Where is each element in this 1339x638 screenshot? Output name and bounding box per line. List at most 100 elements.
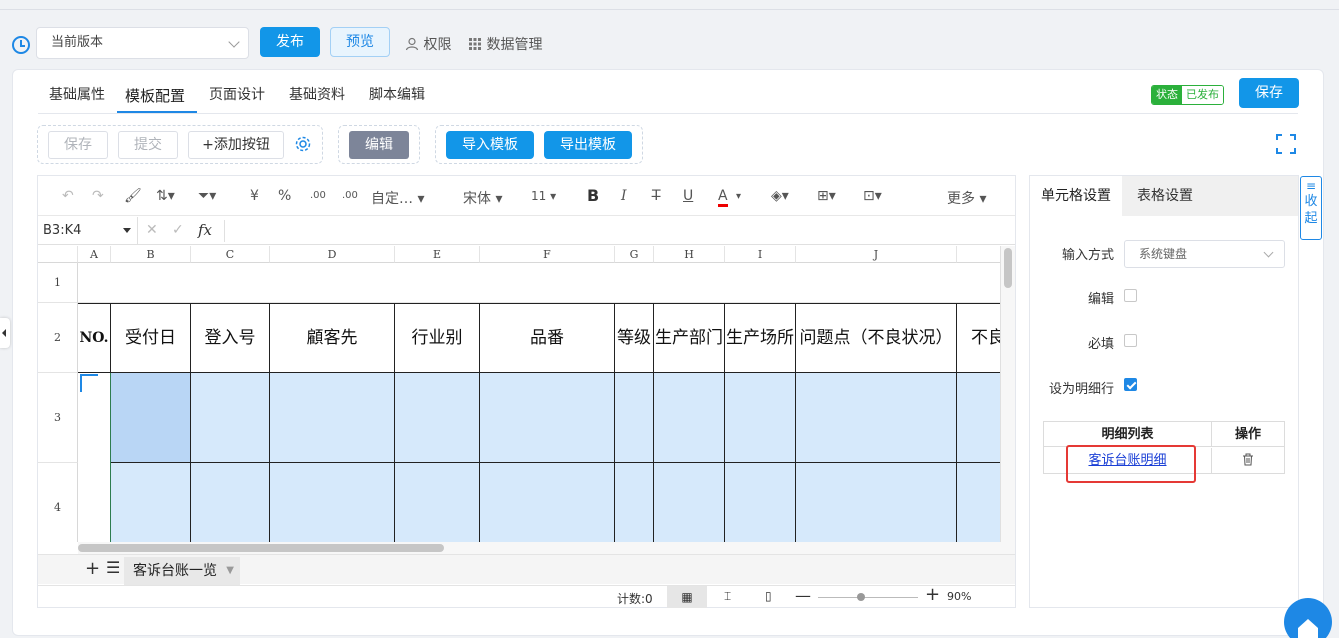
filter-icon[interactable]: ⏷▾ bbox=[198, 188, 216, 204]
horizontal-scrollbar[interactable] bbox=[78, 542, 1015, 554]
header-cell[interactable]: 问题点（不良状况） bbox=[796, 303, 957, 373]
selected-cell[interactable] bbox=[615, 373, 654, 463]
header-cell[interactable]: 顧客先 bbox=[270, 303, 395, 373]
row-header[interactable]: 1 bbox=[38, 263, 78, 303]
import-template-button[interactable]: 导入模板 bbox=[446, 131, 534, 159]
header-cell[interactable]: 不良 bbox=[957, 303, 1000, 373]
page-layout-view-icon[interactable]: ▯ bbox=[765, 589, 772, 603]
add-sheet-icon[interactable]: + bbox=[85, 558, 100, 579]
selected-cell[interactable] bbox=[957, 463, 1000, 542]
col-header[interactable]: J bbox=[796, 246, 957, 263]
home-button[interactable] bbox=[1284, 598, 1332, 638]
selected-cell[interactable] bbox=[615, 463, 654, 542]
header-cell[interactable]: 受付日 bbox=[111, 303, 191, 373]
input-method-select[interactable]: 系统键盘 bbox=[1124, 240, 1285, 268]
font-color-button[interactable]: A bbox=[718, 188, 728, 207]
header-cell[interactable]: 生产场所 bbox=[725, 303, 796, 373]
selected-cell[interactable] bbox=[957, 373, 1000, 463]
header-cell[interactable]: 登入号 bbox=[191, 303, 270, 373]
row-header[interactable]: 3 bbox=[38, 373, 78, 463]
selected-cell[interactable] bbox=[796, 463, 957, 542]
tab-table-settings[interactable]: 表格设置 bbox=[1122, 176, 1208, 216]
edit-checkbox[interactable] bbox=[1124, 289, 1137, 302]
vertical-scroll-thumb[interactable] bbox=[1004, 248, 1012, 288]
selected-cell[interactable] bbox=[654, 463, 725, 542]
tab-basic-data[interactable]: 基础资料 bbox=[289, 84, 345, 104]
header-cell[interactable]: NO. bbox=[78, 303, 111, 373]
collapse-panel-button[interactable]: ≡ 收起 bbox=[1300, 176, 1322, 240]
data-manage-link[interactable]: 数据管理 bbox=[468, 34, 542, 54]
cell-a3[interactable] bbox=[78, 373, 111, 542]
increase-decimal-icon[interactable]: .00 bbox=[342, 190, 358, 201]
col-header[interactable]: G bbox=[615, 246, 654, 263]
zoom-slider-thumb[interactable] bbox=[857, 593, 865, 601]
zoom-out-icon[interactable]: — bbox=[795, 586, 811, 605]
selected-cell[interactable] bbox=[395, 373, 480, 463]
col-header[interactable]: C bbox=[191, 246, 270, 263]
permission-link[interactable]: 权限 bbox=[405, 34, 451, 54]
redo-icon[interactable]: ↷ bbox=[92, 188, 104, 204]
font-family-select[interactable]: 宋体 ▾ bbox=[463, 188, 502, 208]
strikethrough-icon[interactable]: T̶ bbox=[652, 188, 661, 204]
header-cell[interactable]: 生产部门 bbox=[654, 303, 725, 373]
undo-icon[interactable]: ↶ bbox=[62, 188, 74, 204]
header-cell[interactable]: 行业别 bbox=[395, 303, 480, 373]
cell-grid[interactable]: A B C D E F G H I J 1 2 3 4 NO. 受付日 登入号 … bbox=[38, 246, 1000, 542]
col-header-overflow[interactable] bbox=[957, 246, 1000, 263]
publish-button[interactable]: 发布 bbox=[260, 27, 320, 57]
selected-cell[interactable] bbox=[725, 373, 796, 463]
selected-cell[interactable] bbox=[480, 373, 615, 463]
border-icon[interactable]: ⊞▾ bbox=[817, 188, 836, 204]
fill-color-icon[interactable]: ◈▾ bbox=[771, 188, 789, 204]
selected-cell[interactable] bbox=[270, 373, 395, 463]
save-template-button[interactable]: 保存 bbox=[1239, 78, 1299, 108]
selected-cell[interactable] bbox=[480, 463, 615, 542]
bold-button[interactable]: B bbox=[587, 186, 599, 205]
tab-script-edit[interactable]: 脚本编辑 bbox=[369, 84, 425, 104]
format-painter-icon[interactable]: 🖌 bbox=[124, 188, 142, 204]
cancel-icon[interactable]: ✕ bbox=[146, 222, 158, 238]
sheet-list-icon[interactable]: ☰ bbox=[106, 558, 120, 577]
tab-page-design[interactable]: 页面设计 bbox=[209, 84, 265, 104]
merge-cells-icon[interactable]: ⊡▾ bbox=[863, 188, 882, 204]
tab-basic-properties[interactable]: 基础属性 bbox=[49, 84, 105, 104]
tab-cell-settings[interactable]: 单元格设置 bbox=[1030, 176, 1122, 216]
header-cell[interactable]: 等级 bbox=[615, 303, 654, 373]
col-header[interactable]: F bbox=[480, 246, 615, 263]
settings-gear-icon[interactable] bbox=[294, 135, 312, 157]
detail-row-checkbox[interactable] bbox=[1124, 378, 1137, 391]
normal-view-icon[interactable]: ▦ bbox=[667, 586, 707, 608]
more-menu[interactable]: 更多 ▾ bbox=[947, 188, 986, 208]
col-header[interactable]: D bbox=[270, 246, 395, 263]
name-box[interactable]: B3:K4 bbox=[38, 217, 138, 244]
selected-cell[interactable] bbox=[725, 463, 796, 542]
selected-cell[interactable] bbox=[270, 463, 395, 542]
col-header[interactable]: A bbox=[78, 246, 111, 263]
sort-icon[interactable]: ⇅▾ bbox=[156, 188, 175, 204]
selected-cell[interactable] bbox=[111, 463, 191, 542]
underline-button[interactable]: U bbox=[683, 188, 693, 204]
expand-left-button[interactable] bbox=[0, 318, 10, 348]
decrease-decimal-icon[interactable]: .00 bbox=[310, 190, 326, 201]
selected-cell[interactable] bbox=[395, 463, 480, 542]
export-template-button[interactable]: 导出模板 bbox=[544, 131, 632, 159]
italic-button[interactable]: I bbox=[621, 188, 627, 204]
number-format-select[interactable]: 自定… ▾ bbox=[371, 188, 424, 208]
save-button[interactable]: 保存 bbox=[48, 131, 108, 159]
submit-button[interactable]: 提交 bbox=[118, 131, 178, 159]
col-header[interactable]: E bbox=[395, 246, 480, 263]
trash-icon[interactable] bbox=[1242, 453, 1254, 466]
col-header[interactable]: B bbox=[111, 246, 191, 263]
font-size-select[interactable]: 11 ▾ bbox=[531, 189, 556, 203]
confirm-icon[interactable]: ✓ bbox=[172, 222, 184, 238]
selected-cell[interactable] bbox=[796, 373, 957, 463]
col-header[interactable]: I bbox=[725, 246, 796, 263]
version-select[interactable]: 当前版本 bbox=[36, 27, 249, 59]
percent-button[interactable]: % bbox=[278, 188, 291, 204]
selected-cell[interactable] bbox=[191, 373, 270, 463]
add-button-button[interactable]: +添加按钮 bbox=[188, 131, 284, 159]
history-clock-icon[interactable] bbox=[12, 36, 30, 54]
preview-button[interactable]: 预览 bbox=[330, 27, 390, 57]
tab-template-config[interactable]: 模板配置 bbox=[125, 85, 185, 106]
zoom-in-icon[interactable]: + bbox=[925, 584, 940, 605]
